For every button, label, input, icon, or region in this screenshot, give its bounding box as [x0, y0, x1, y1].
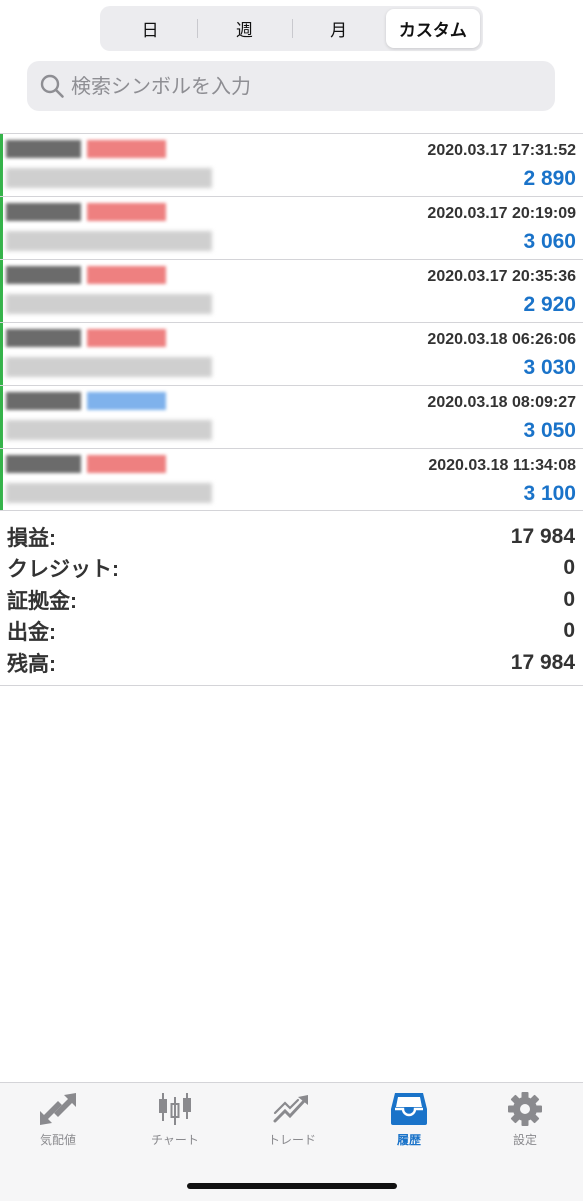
- list-item[interactable]: 2020.03.18 06:26:06 3 030: [0, 322, 583, 385]
- list-item[interactable]: 2020.03.17 17:31:52 2 890: [0, 133, 583, 196]
- deal-time: 2020.03.18 11:34:08: [428, 457, 576, 474]
- deal-time: 2020.03.18 06:26:06: [427, 331, 576, 348]
- search-icon: [40, 74, 64, 98]
- summary-value: 17 984: [510, 524, 575, 548]
- summary-deposit: 証拠金: 0: [0, 584, 583, 616]
- tab-label: チャート: [151, 1133, 199, 1147]
- redacted-symbol: [6, 329, 166, 347]
- search-input[interactable]: [71, 74, 511, 98]
- gear-icon: [508, 1092, 542, 1126]
- summary-label: 出金:: [7, 621, 56, 645]
- tab-history[interactable]: 履歴: [351, 1091, 467, 1148]
- redacted-symbol: [6, 455, 166, 473]
- segment-week[interactable]: 週: [197, 9, 291, 48]
- redacted-detail: [6, 420, 212, 440]
- list-item[interactable]: 2020.03.17 20:19:09 3 060: [0, 196, 583, 259]
- segment-custom[interactable]: カスタム: [385, 9, 480, 48]
- home-indicator: [187, 1183, 397, 1189]
- summary-credit: クレジット: 0: [0, 553, 583, 585]
- period-segmented-control: 日 週 月 カスタム: [100, 6, 483, 51]
- deal-amount: 3 050: [523, 419, 576, 442]
- list-item[interactable]: 2020.03.18 08:09:27 3 050: [0, 385, 583, 448]
- profit-indicator: [0, 449, 3, 510]
- deal-amount: 3 060: [523, 230, 576, 253]
- tab-settings[interactable]: 設定: [467, 1091, 583, 1148]
- summary-value: 17 984: [510, 650, 575, 674]
- deal-time: 2020.03.17 20:19:09: [427, 205, 576, 222]
- summary-label: 残高:: [7, 652, 56, 676]
- tab-chart[interactable]: チャート: [117, 1091, 233, 1148]
- deal-amount: 3 030: [523, 356, 576, 379]
- segment-month[interactable]: 月: [291, 9, 386, 48]
- redacted-detail: [6, 231, 212, 251]
- quotes-arrows-icon: [40, 1093, 76, 1125]
- tab-trade[interactable]: トレード: [234, 1091, 350, 1148]
- redacted-symbol: [6, 392, 166, 410]
- segment-day[interactable]: 日: [103, 9, 197, 48]
- redacted-symbol: [6, 140, 166, 158]
- redacted-detail: [6, 294, 212, 314]
- tab-label: トレード: [267, 1133, 316, 1147]
- redacted-detail: [6, 357, 212, 377]
- history-list: 2020.03.17 17:31:52 2 890 2020.03.17 20:…: [0, 133, 583, 511]
- profit-indicator: [0, 386, 3, 448]
- deal-amount: 2 920: [523, 293, 576, 316]
- list-item[interactable]: 2020.03.17 20:35:36 2 920: [0, 259, 583, 322]
- tab-label: 気配値: [39, 1133, 76, 1147]
- summary-value: 0: [563, 619, 575, 643]
- summary-label: クレジット:: [7, 558, 119, 582]
- summary-profit: 損益: 17 984: [0, 521, 583, 553]
- profit-indicator: [0, 197, 3, 259]
- summary-balance: 残高: 17 984: [0, 647, 583, 679]
- account-summary: 損益: 17 984 クレジット: 0 証拠金: 0 出金: 0 残高: 17 …: [0, 521, 583, 686]
- summary-value: 0: [563, 587, 575, 611]
- summary-value: 0: [563, 556, 575, 580]
- redacted-symbol: [6, 203, 166, 221]
- search-bar: [27, 61, 555, 111]
- list-item[interactable]: 2020.03.18 11:34:08 3 100: [0, 448, 583, 511]
- deal-amount: 2 890: [523, 167, 576, 190]
- candlestick-icon: [159, 1093, 191, 1125]
- redacted-detail: [6, 483, 212, 503]
- profit-indicator: [0, 260, 3, 322]
- trade-icon: [273, 1095, 308, 1123]
- summary-label: 損益:: [7, 526, 56, 550]
- profit-indicator: [0, 323, 3, 385]
- redacted-detail: [6, 168, 212, 188]
- redacted-symbol: [6, 266, 166, 284]
- bottom-tab-bar: 気配値 チャート トレード 履歴 設定: [0, 1082, 583, 1201]
- summary-label: 証拠金:: [7, 589, 77, 613]
- deal-amount: 3 100: [523, 482, 576, 505]
- profit-indicator: [0, 134, 3, 196]
- tab-label: 設定: [512, 1133, 537, 1147]
- deal-time: 2020.03.18 08:09:27: [427, 394, 576, 411]
- deal-time: 2020.03.17 20:35:36: [427, 268, 576, 285]
- tab-quotes[interactable]: 気配値: [0, 1091, 116, 1148]
- history-inbox-icon: [391, 1093, 427, 1125]
- tab-label: 履歴: [396, 1133, 421, 1147]
- summary-withdrawal: 出金: 0: [0, 616, 583, 648]
- deal-time: 2020.03.17 17:31:52: [427, 142, 576, 159]
